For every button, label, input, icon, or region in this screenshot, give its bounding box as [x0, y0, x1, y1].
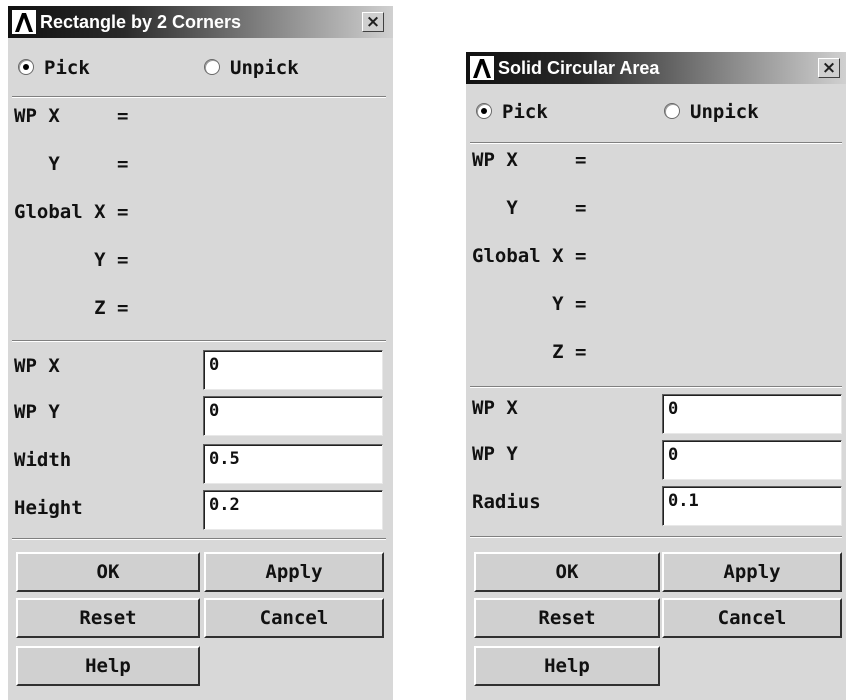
help-button[interactable]: Help	[16, 646, 200, 686]
close-icon[interactable]: ×	[362, 12, 384, 32]
help-button[interactable]: Help	[474, 646, 660, 686]
cancel-button[interactable]: Cancel	[204, 598, 384, 638]
pick-label: Pick	[44, 57, 90, 79]
wp-x-readout: WP X =	[472, 149, 587, 171]
apply-button[interactable]: Apply	[204, 552, 384, 592]
dialog-title: Solid Circular Area	[498, 58, 660, 78]
apply-button[interactable]: Apply	[662, 552, 842, 592]
divider	[470, 536, 842, 538]
dialog-title: Rectangle by 2 Corners	[40, 12, 242, 32]
reset-button[interactable]: Reset	[16, 598, 200, 638]
wp-y-readout: Y =	[472, 197, 587, 219]
ok-button[interactable]: OK	[474, 552, 660, 592]
cancel-button[interactable]: Cancel	[662, 598, 842, 638]
wp-y-readout: Y =	[14, 153, 129, 175]
title-bar[interactable]: Solid Circular Area ×	[466, 52, 846, 84]
wp-y-field[interactable]: 0	[662, 440, 842, 480]
wp-x-field[interactable]: 0	[203, 350, 383, 390]
divider	[12, 538, 386, 540]
wp-x-label: WP X	[472, 397, 518, 419]
radio-unselected-icon	[204, 58, 220, 75]
radio-selected-icon	[18, 58, 34, 75]
divider	[470, 386, 842, 388]
wp-x-readout: WP X =	[14, 105, 129, 127]
unpick-label: Unpick	[690, 101, 759, 123]
divider	[12, 340, 386, 342]
global-y-readout: Y =	[472, 293, 587, 315]
global-z-readout: Z =	[14, 297, 129, 319]
ok-button[interactable]: OK	[16, 552, 200, 592]
wp-y-label: WP Y	[14, 401, 60, 423]
unpick-radio[interactable]: Unpick	[664, 100, 759, 124]
solid-circular-area-dialog: Solid Circular Area × Pick Unpick WP X =…	[466, 52, 846, 700]
width-label: Width	[14, 449, 72, 471]
global-y-readout: Y =	[14, 249, 129, 271]
width-field[interactable]: 0.5	[203, 444, 383, 484]
unpick-label: Unpick	[230, 57, 299, 79]
pick-radio[interactable]: Pick	[18, 56, 90, 80]
title-bar[interactable]: Rectangle by 2 Corners ×	[8, 6, 393, 38]
height-label: Height	[14, 497, 83, 519]
global-x-readout: Global X =	[14, 201, 129, 223]
wp-x-label: WP X	[14, 355, 60, 377]
global-x-readout: Global X =	[472, 245, 587, 267]
ansys-logo-icon	[470, 56, 494, 80]
pick-label: Pick	[502, 101, 548, 123]
radius-label: Radius	[472, 491, 541, 513]
radio-unselected-icon	[664, 102, 680, 119]
pick-radio[interactable]: Pick	[476, 100, 548, 124]
divider	[470, 142, 842, 144]
ansys-logo-icon	[12, 10, 36, 34]
wp-x-field[interactable]: 0	[662, 394, 842, 434]
unpick-radio[interactable]: Unpick	[204, 56, 299, 80]
rectangle-by-2-corners-dialog: Rectangle by 2 Corners × Pick Unpick WP …	[8, 6, 393, 700]
reset-button[interactable]: Reset	[474, 598, 660, 638]
radio-selected-icon	[476, 102, 492, 119]
wp-y-label: WP Y	[472, 443, 518, 465]
close-icon[interactable]: ×	[818, 58, 840, 78]
wp-y-field[interactable]: 0	[203, 396, 383, 436]
divider	[12, 96, 386, 98]
height-field[interactable]: 0.2	[203, 490, 383, 530]
global-z-readout: Z =	[472, 341, 587, 363]
radius-field[interactable]: 0.1	[662, 486, 842, 526]
